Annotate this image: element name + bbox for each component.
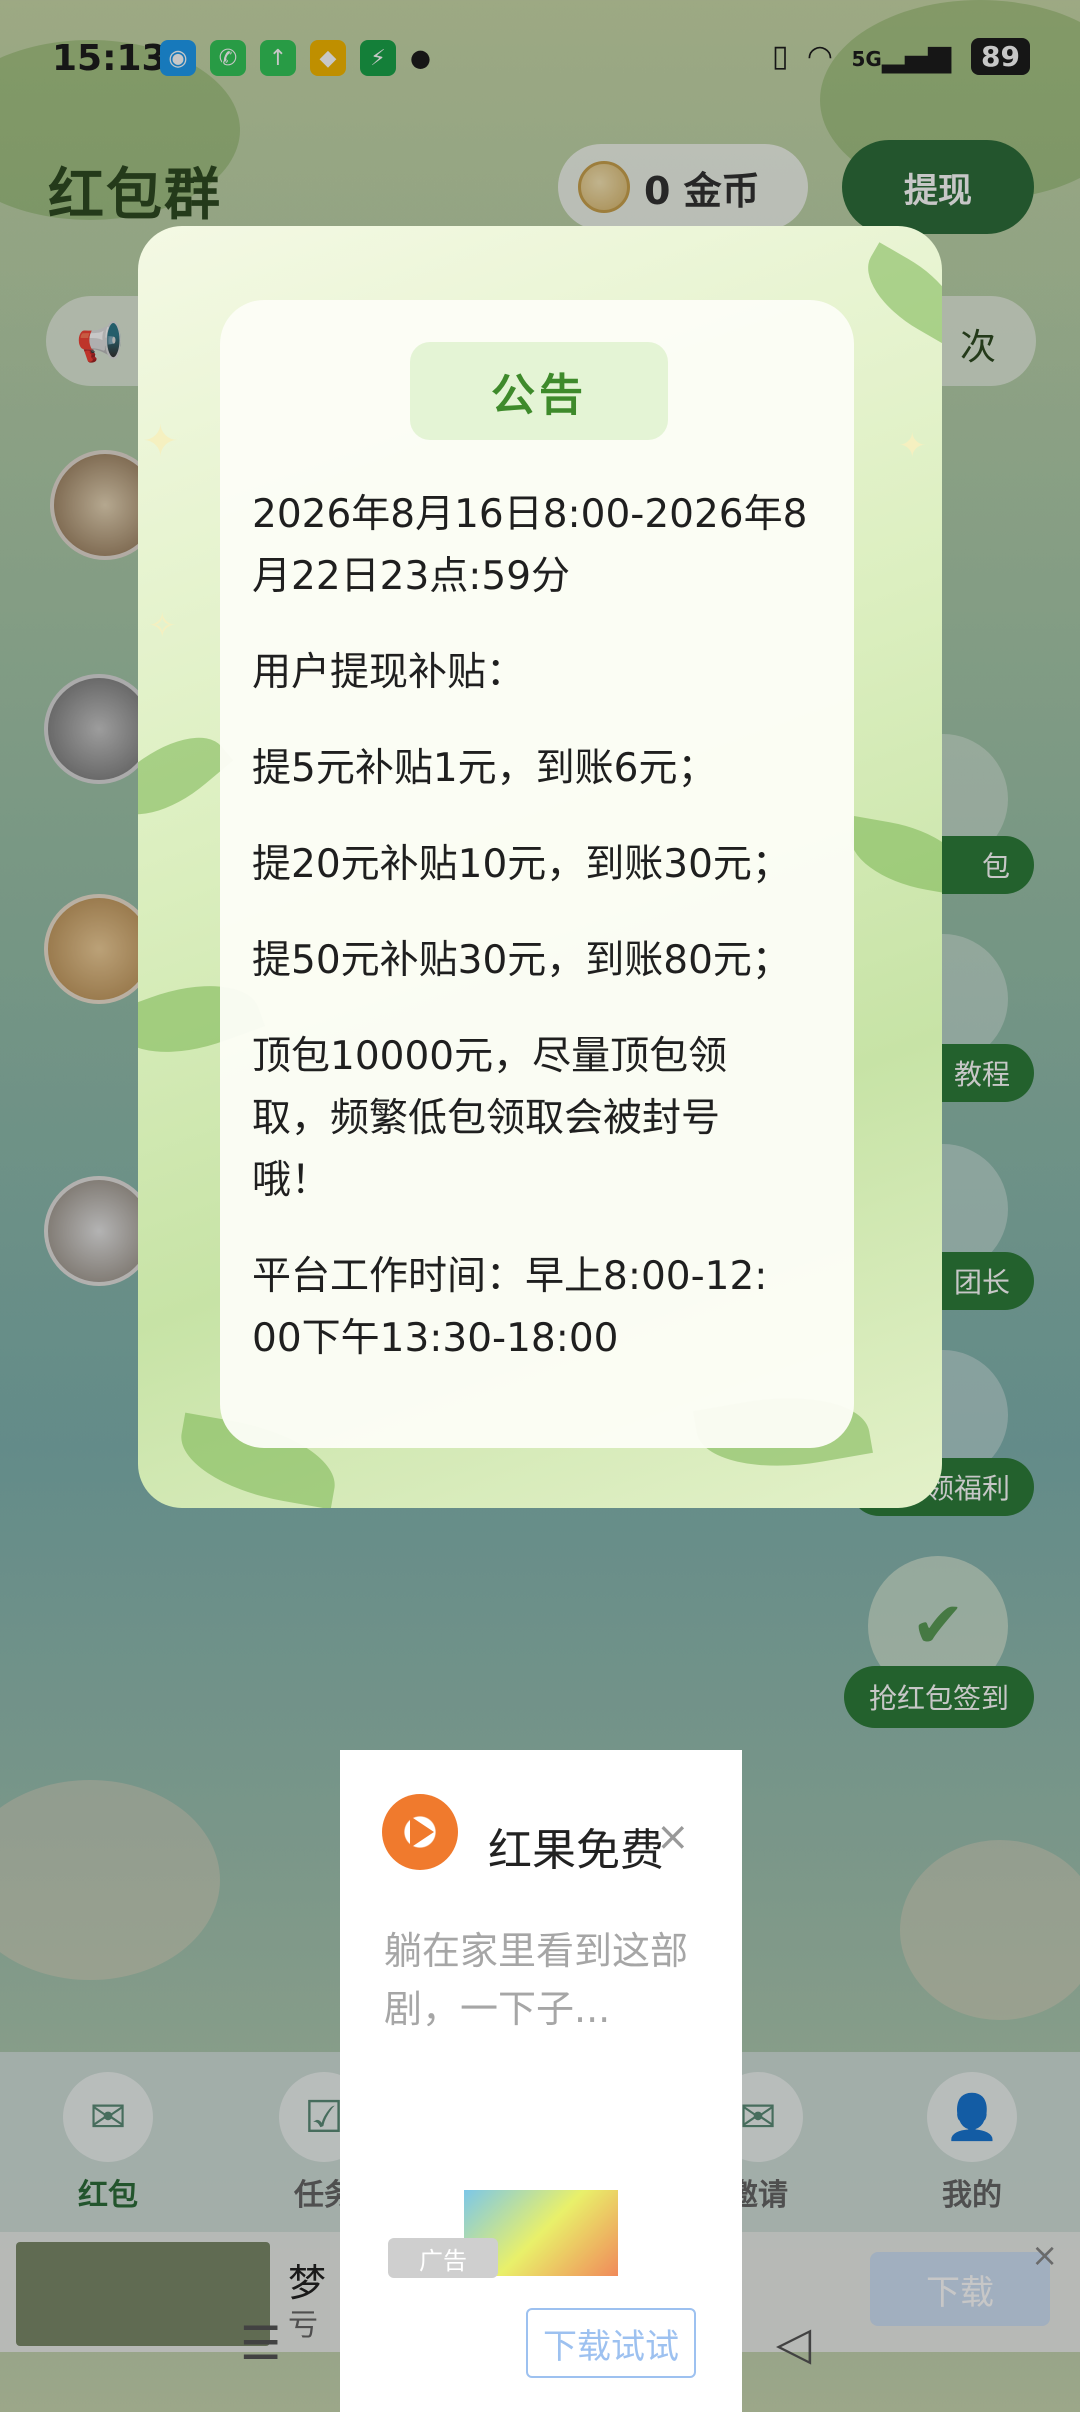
announcement-paragraph: 提5元补贴1元，到账6元； <box>252 746 717 791</box>
sparkle-icon: ✦ <box>898 426 927 466</box>
ad-try-download-button[interactable]: 下载试试 <box>526 2308 696 2378</box>
announcement-paragraph: 顶包10000元，尽量顶包领取，频繁低包领取会被封号哦！ <box>252 1034 728 1203</box>
announcement-body: 2026年8月16日8:00-2026年8月22日23点:59分 用户提现补贴：… <box>252 484 836 1404</box>
ad-popup[interactable]: 红果免费 × 躺在家里看到这部剧，一下子... 广告 下载试试 <box>340 1750 742 2412</box>
ad-popup-description: 躺在家里看到这部剧，一下子... <box>384 1929 689 2031</box>
sparkle-icon: ✧ <box>148 606 177 646</box>
announcement-dialog: ✦ ✧ ✦ 公告 2026年8月16日8:00-2026年8月22日23点:59… <box>138 226 942 1508</box>
announcement-paragraph: 用户提现补贴： <box>252 650 526 695</box>
announcement-paragraph: 平台工作时间：早上8:00-12:00下午13:30-18:00 <box>252 1254 768 1361</box>
announcement-paragraph: 提50元补贴30元，到账80元； <box>252 938 791 983</box>
leaf-decoration <box>851 242 942 346</box>
app-logo-icon <box>382 1794 458 1870</box>
ad-label-badge: 广告 <box>388 2238 498 2278</box>
close-icon[interactable]: × <box>656 1814 690 1860</box>
announcement-paragraph: 提20元补贴10元，到账30元； <box>252 842 791 887</box>
leaf-decoration <box>138 714 234 838</box>
announcement-paragraph: 2026年8月16日8:00-2026年8月22日23点:59分 <box>252 492 808 599</box>
sparkle-icon: ✦ <box>142 416 179 467</box>
announcement-card: 公告 2026年8月16日8:00-2026年8月22日23点:59分 用户提现… <box>220 300 854 1448</box>
ad-popup-title: 红果免费 <box>488 1825 662 1876</box>
leaf-decoration <box>843 816 942 896</box>
announcement-title: 公告 <box>410 342 668 440</box>
